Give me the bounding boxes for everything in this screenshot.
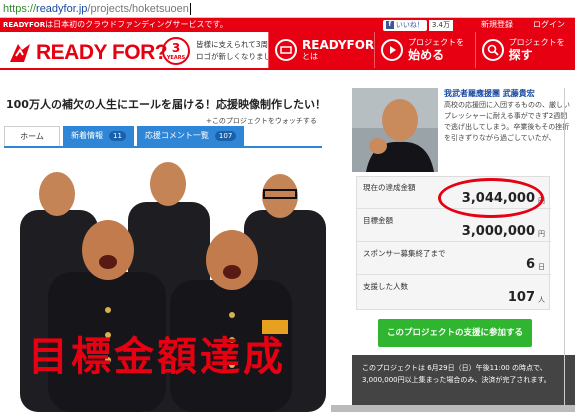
url-path: /projects/hoketsuoen	[87, 3, 189, 15]
proposer-card: 我武者羅應援團 武藤貴宏 高校の応援団に入団するものの、厳しいプレッシャーに耐え…	[352, 88, 575, 174]
stat-goal: 目標金額 3,000,000 円	[357, 210, 551, 242]
nav-explore-sub: プロジェクトを	[508, 38, 565, 47]
anniversary-number: 3	[171, 41, 181, 55]
stat-goal-unit: 円	[538, 230, 545, 238]
proposer-avatar	[352, 88, 438, 172]
nav-about-sub: とは	[302, 52, 318, 61]
proposer-name[interactable]: 我武者羅應援團 武藤貴宏	[444, 88, 535, 99]
nav-about-title: READYFOR	[302, 38, 375, 52]
stat-supporters-label: 支援した人数	[363, 282, 408, 291]
stat-goal-label: 目標金額	[363, 216, 393, 225]
stat-days-value: 6	[525, 257, 535, 272]
tab-home[interactable]: ホーム	[4, 126, 60, 146]
tab-underline	[4, 146, 322, 148]
register-link[interactable]: 新規登録	[471, 18, 523, 32]
support-project-button[interactable]: このプロジェクトの支援に参加する	[378, 319, 532, 347]
like-label: いいね！	[395, 20, 424, 29]
tab-comments-count: 107	[214, 131, 237, 141]
top-brand: READYFOR	[3, 21, 46, 29]
text-cursor	[189, 3, 191, 16]
tab-news-count: 11	[109, 131, 126, 141]
stat-supporters-unit: 人	[538, 296, 545, 304]
stat-days-left: スポンサー募集終了まで 6 日	[357, 243, 551, 275]
notice-line-1: このプロジェクトは 6月29日（日）午後11:00 の時点で、	[362, 364, 547, 372]
tab-news[interactable]: 新着情報 11	[63, 126, 134, 146]
project-tabs: ホーム 新着情報 11 応援コメント一覧 107	[4, 126, 245, 146]
funding-notice: このプロジェクトは 6月29日（日）午後11:00 の時点で、 3,000,00…	[352, 355, 575, 405]
tab-comments-label: 応援コメント一覧	[144, 131, 209, 140]
anniversary-badge: 3 YEARS	[162, 37, 190, 65]
play-icon	[381, 39, 404, 61]
site-logo[interactable]: READY FOR?	[8, 41, 168, 65]
ticket-icon	[275, 39, 297, 61]
stat-goal-value: 3,000,000	[461, 224, 535, 239]
main-nav: READYFOR とは プロジェクトを 始める プロジェクトを 探す	[268, 32, 575, 68]
tab-home-label: ホーム	[20, 131, 44, 141]
watch-project-link[interactable]: +このプロジェクトをウォッチする	[206, 116, 317, 126]
readyfor-logo-icon	[10, 44, 30, 62]
tab-news-label: 新着情報	[71, 131, 103, 140]
stat-current-label: 現在の達成金額	[363, 183, 416, 192]
address-bar[interactable]: https://readyfor.jp/projects/hoketsuoen	[0, 0, 575, 18]
nav-start-sub: プロジェクトを	[408, 38, 465, 47]
facebook-icon: f	[385, 21, 394, 29]
highlight-circle	[438, 178, 544, 218]
stat-days-label: スポンサー募集終了まで	[363, 249, 446, 258]
logo-wordmark: READY FOR?	[36, 41, 168, 64]
url-scheme: https://	[3, 3, 37, 15]
stat-supporters: 支援した人数 107 人	[357, 276, 551, 308]
nav-explore[interactable]: プロジェクトを 探す	[474, 32, 575, 68]
project-title: 100万人の補欠の人生にエールを届ける！応援映像制作したい！	[6, 98, 326, 111]
nav-explore-title: 探す	[508, 48, 533, 62]
tab-comments[interactable]: 応援コメント一覧 107	[136, 126, 245, 146]
top-actions: f いいね！ 3.4万 新規登録 ログイン	[382, 18, 575, 32]
url-host: readyfor.jp	[36, 3, 88, 15]
anniversary-label: YEARS	[166, 55, 186, 61]
top-tagline: は日本初のクラウドファンディングサービスです。	[45, 20, 228, 29]
proposer-description: 高校の応援団に入団するものの、厳しいプレッシャーに耐える事ができず2週間で逃げ出…	[444, 101, 570, 142]
facebook-like-button[interactable]: f いいね！	[382, 19, 427, 31]
scroll-divider	[564, 88, 565, 408]
goal-achieved-overlay: 目標金額達成	[28, 334, 286, 380]
site-header: READY FOR? 3 YEARS 皆様に支えられて3周年。 ロゴが新しくなり…	[0, 32, 575, 70]
notice-line-2: 3,000,000円以上集まった場合のみ、決済が完了されます。	[362, 376, 551, 384]
like-count: 3.4万	[428, 19, 453, 31]
horizontal-scrollbar[interactable]	[331, 405, 575, 412]
watch-label: このプロジェクトをウォッチする	[211, 117, 317, 125]
nav-start-title: 始める	[408, 48, 445, 62]
stat-days-unit: 日	[538, 263, 545, 271]
search-icon	[481, 39, 504, 61]
login-link[interactable]: ログイン	[523, 18, 575, 32]
nav-start[interactable]: プロジェクトを 始める	[374, 32, 474, 68]
top-strip: READYFORは日本初のクラウドファンディングサービスです。 f いいね！ 3…	[0, 18, 575, 32]
nav-about[interactable]: READYFOR とは	[268, 32, 374, 68]
stat-supporters-value: 107	[507, 290, 535, 305]
